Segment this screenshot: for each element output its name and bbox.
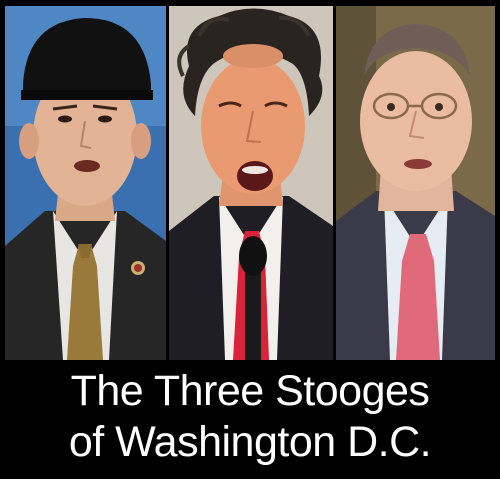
photo-panel-right — [336, 6, 495, 360]
caption-line-2: of Washington D.C. — [68, 418, 432, 466]
photo-panel-left — [5, 6, 166, 360]
caption-line-1: The Three Stooges — [70, 367, 430, 415]
photo-panel-center — [169, 6, 333, 360]
portrait-center — [169, 6, 333, 360]
portrait-right — [336, 6, 495, 360]
portrait-left — [5, 6, 166, 360]
